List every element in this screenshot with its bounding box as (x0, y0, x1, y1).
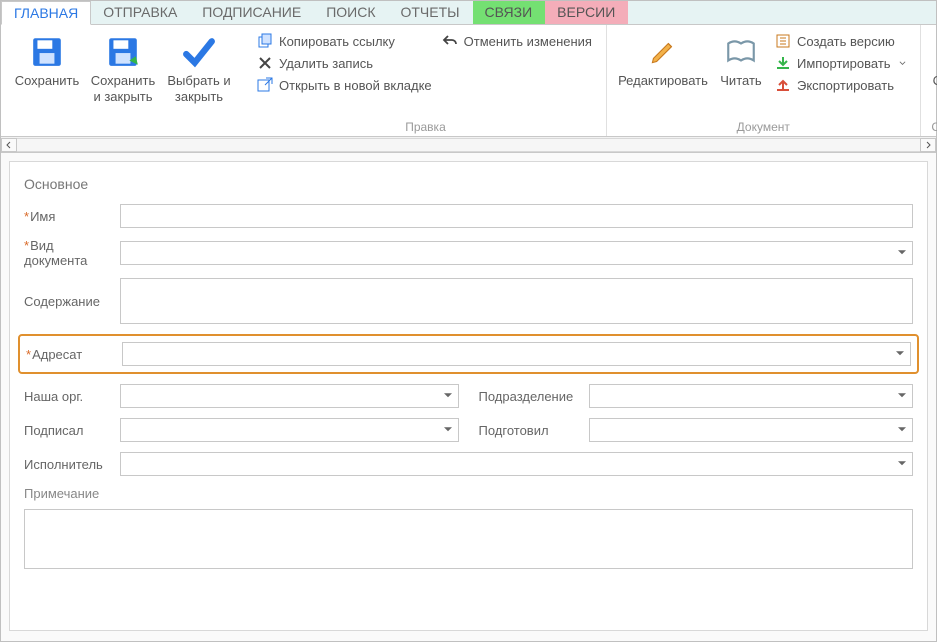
combo-prepared[interactable] (589, 418, 914, 442)
import-label: Импортировать (797, 56, 891, 71)
combo-executor[interactable] (120, 452, 913, 476)
undo-label: Отменить изменения (464, 34, 592, 49)
open-newtab-icon (257, 77, 273, 93)
scroll-track[interactable] (17, 138, 920, 152)
delete-icon (257, 55, 273, 71)
save-button[interactable]: Сохранить (9, 29, 85, 118)
label-our-org: Наша орг. (24, 389, 120, 404)
copy-link-label: Копировать ссылку (279, 34, 395, 49)
import-icon (775, 55, 791, 71)
tab-reports[interactable]: ОТЧЕТЫ (388, 1, 472, 24)
copy-link-icon (257, 33, 273, 49)
tab-send[interactable]: ОТПРАВКА (91, 1, 190, 24)
delete-record-label: Удалить запись (279, 56, 373, 71)
pick-close-button[interactable]: Выбрать и закрыть (161, 29, 237, 118)
book-icon (724, 35, 758, 69)
combo-addressee[interactable] (122, 342, 911, 366)
save-close-button[interactable]: Сохранить и закрыть (85, 29, 161, 118)
horizontal-scrollbar[interactable] (1, 137, 936, 153)
section-main-title: Основное (24, 176, 913, 192)
label-note: Примечание (24, 486, 913, 501)
textarea-note[interactable] (24, 509, 913, 569)
version-icon (775, 33, 791, 49)
label-signed: Подписал (24, 423, 120, 438)
label-name: *Имя (24, 209, 120, 224)
form-panel: Основное *Имя *Вид документа Содержание … (9, 161, 928, 631)
label-executor: Исполнитель (24, 457, 120, 472)
chevron-down-icon (899, 60, 906, 67)
label-doc-type: *Вид документа (24, 238, 120, 268)
combo-doc-type[interactable] (120, 241, 913, 265)
ribbon: Сохранить Сохранить и закрыть Выбрать и … (1, 25, 936, 137)
read-button[interactable]: Читать (711, 29, 771, 118)
export-label: Экспортировать (797, 78, 894, 93)
tab-main[interactable]: ГЛАВНАЯ (1, 1, 91, 25)
label-addressee: *Адресат (26, 347, 122, 362)
save-close-label: Сохранить и закрыть (87, 73, 159, 104)
check-icon (182, 35, 216, 69)
open-newtab-label: Открыть в новой вкладке (279, 78, 432, 93)
combo-our-org[interactable] (120, 384, 459, 408)
tab-strip: ГЛАВНАЯ ОТПРАВКА ПОДПИСАНИЕ ПОИСК ОТЧЕТЫ… (1, 1, 936, 25)
textarea-content[interactable] (120, 278, 913, 324)
tab-search[interactable]: ПОИСК (314, 1, 388, 24)
read-label: Читать (720, 73, 761, 89)
tab-links[interactable]: СВЯЗИ (473, 1, 546, 24)
input-name[interactable] (120, 204, 913, 228)
tab-sign[interactable]: ПОДПИСАНИЕ (190, 1, 314, 24)
label-content: Содержание (24, 294, 120, 309)
group-doc-label: Документ (615, 118, 912, 134)
scroll-left-icon[interactable] (1, 138, 17, 152)
save-label: Сохранить (15, 73, 80, 89)
import-button[interactable]: Импортировать (775, 55, 906, 71)
combo-signed[interactable] (120, 418, 459, 442)
scan-button[interactable]: Сканировать (929, 29, 937, 118)
group-scan-label: Сканирование (929, 118, 937, 134)
group-label-spacer (9, 118, 237, 134)
undo-icon (442, 33, 458, 49)
combo-department[interactable] (589, 384, 914, 408)
tab-versions[interactable]: ВЕРСИИ (545, 1, 628, 24)
addressee-highlight-row: *Адресат (18, 334, 919, 374)
label-prepared: Подготовил (479, 423, 589, 438)
make-version-button[interactable]: Создать версию (775, 33, 906, 49)
copy-link-button[interactable]: Копировать ссылку (257, 33, 432, 49)
scroll-right-icon[interactable] (920, 138, 936, 152)
group-edit-label: Правка (253, 118, 598, 134)
edit-label: Редактировать (618, 73, 708, 89)
export-button[interactable]: Экспортировать (775, 77, 906, 93)
pencil-icon (646, 35, 680, 69)
scan-label: Сканировать (933, 73, 937, 89)
undo-button[interactable]: Отменить изменения (442, 33, 592, 49)
edit-button[interactable]: Редактировать (615, 29, 711, 118)
open-newtab-button[interactable]: Открыть в новой вкладке (257, 77, 432, 93)
export-icon (775, 77, 791, 93)
save-close-icon (106, 35, 140, 69)
delete-record-button[interactable]: Удалить запись (257, 55, 432, 71)
make-version-label: Создать версию (797, 34, 895, 49)
label-department: Подразделение (479, 389, 589, 404)
save-icon (30, 35, 64, 69)
pick-close-label: Выбрать и закрыть (163, 73, 235, 104)
